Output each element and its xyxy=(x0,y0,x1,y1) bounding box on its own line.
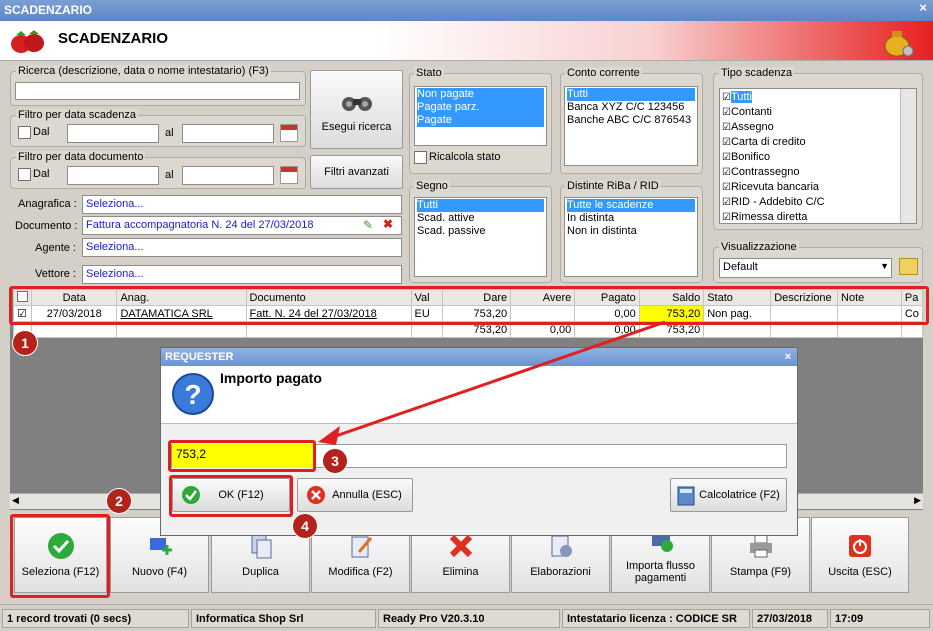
status-date: 27/03/2018 xyxy=(752,609,828,628)
step-badge-3: 3 xyxy=(322,448,348,474)
step-badge-1: 1 xyxy=(12,330,38,356)
status-license: Intestatario licenza : CODICE SR xyxy=(562,609,750,628)
status-bar: 1 record trovati (0 secs) Informatica Sh… xyxy=(0,604,933,631)
status-time: 17:09 xyxy=(830,609,930,628)
step-badge-2: 2 xyxy=(106,488,132,514)
status-company: Informatica Shop Srl xyxy=(191,609,376,628)
step-badge-4: 4 xyxy=(292,513,318,539)
status-version: Ready Pro V20.3.10 xyxy=(378,609,560,628)
annotation-arrow xyxy=(318,320,666,445)
status-records: 1 record trovati (0 secs) xyxy=(2,609,189,628)
